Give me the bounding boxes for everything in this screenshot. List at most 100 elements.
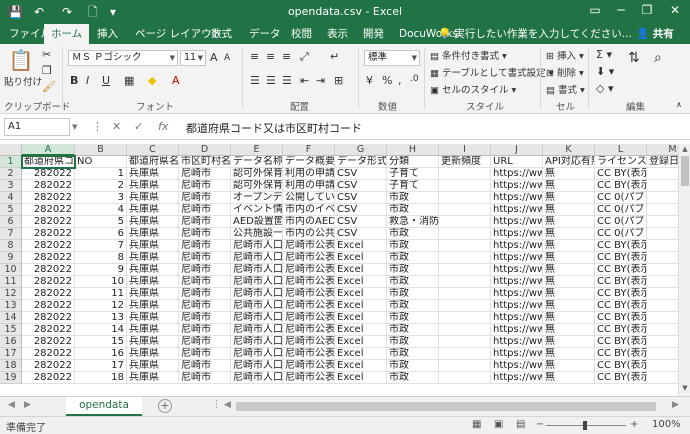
autosum-icon[interactable]: Σ ▾: [596, 48, 612, 61]
row-header[interactable]: 4: [0, 192, 22, 204]
share-button[interactable]: 👤 共有: [636, 24, 674, 44]
cell-d6[interactable]: 尼崎市: [179, 216, 231, 228]
cell-e9[interactable]: 尼崎市人口: [231, 252, 283, 264]
cell-e15[interactable]: 尼崎市人口: [231, 324, 283, 336]
cell-k9[interactable]: 無: [543, 252, 595, 264]
cell-b6[interactable]: 5: [75, 216, 127, 228]
vertical-scroll-thumb[interactable]: [681, 156, 689, 186]
italic-button[interactable]: I: [86, 74, 89, 87]
tab-home[interactable]: ホーム: [44, 24, 90, 44]
row-header[interactable]: 6: [0, 216, 22, 228]
cell-l11[interactable]: CC BY(表示): [595, 276, 647, 288]
cell-k17[interactable]: 無: [543, 348, 595, 360]
cell-f2[interactable]: 利用の申請: [283, 168, 335, 180]
cell-m17[interactable]: [647, 348, 678, 360]
insert-cells-button[interactable]: ⊞ 挿入 ▾: [546, 48, 584, 62]
cell-j2[interactable]: https://www: [491, 168, 543, 180]
cell-c7[interactable]: 兵庫県: [127, 228, 179, 240]
cell-styles-button[interactable]: ▣ セルのスタイル ▾: [430, 82, 516, 96]
cell-d2[interactable]: 尼崎市: [179, 168, 231, 180]
cell-k18[interactable]: 無: [543, 360, 595, 372]
orientation-icon[interactable]: ⤢: [300, 50, 309, 64]
row-header[interactable]: 17: [0, 348, 22, 360]
cell-e13[interactable]: 尼崎市人口: [231, 300, 283, 312]
cell-h16[interactable]: 市政: [387, 336, 439, 348]
cell-a19[interactable]: 282022: [22, 372, 75, 384]
cell-m18[interactable]: [647, 360, 678, 372]
cell-m15[interactable]: [647, 324, 678, 336]
merge-center-icon[interactable]: ⊞: [334, 74, 343, 87]
cell-c5[interactable]: 兵庫県: [127, 204, 179, 216]
cell-l14[interactable]: CC BY(表示): [595, 312, 647, 324]
cell-f11[interactable]: 尼崎市公表: [283, 276, 335, 288]
cell-l17[interactable]: CC BY(表示): [595, 348, 647, 360]
cell-c19[interactable]: 兵庫県: [127, 372, 179, 384]
cell-f6[interactable]: 市内のAED: [283, 216, 335, 228]
cell-l1[interactable]: ライセンス: [595, 156, 647, 168]
decimal-icon[interactable]: .0: [410, 74, 419, 84]
cell-e1[interactable]: データ名称: [231, 156, 283, 168]
cell-d4[interactable]: 尼崎市: [179, 192, 231, 204]
column-header-j[interactable]: J: [491, 144, 543, 156]
cell-k15[interactable]: 無: [543, 324, 595, 336]
cell-h1[interactable]: 分類: [387, 156, 439, 168]
fill-color-icon[interactable]: ◆: [148, 74, 156, 87]
delete-cells-button[interactable]: ⊟ 削除 ▾: [546, 65, 584, 79]
tab-formulas[interactable]: 数式: [204, 24, 239, 44]
cell-f5[interactable]: 市内のイベント: [283, 204, 335, 216]
cell-j14[interactable]: https://www: [491, 312, 543, 324]
cell-e18[interactable]: 尼崎市人口: [231, 360, 283, 372]
cell-d15[interactable]: 尼崎市: [179, 324, 231, 336]
cell-f9[interactable]: 尼崎市公表: [283, 252, 335, 264]
cell-k11[interactable]: 無: [543, 276, 595, 288]
cell-l8[interactable]: CC BY(表示): [595, 240, 647, 252]
cell-l12[interactable]: CC BY(表示): [595, 288, 647, 300]
cell-k6[interactable]: 無: [543, 216, 595, 228]
cell-e2[interactable]: 認可外保育施設: [231, 168, 283, 180]
cell-a11[interactable]: 282022: [22, 276, 75, 288]
paste-button[interactable]: 貼り付け: [4, 74, 42, 88]
cell-d1[interactable]: 市区町村名: [179, 156, 231, 168]
cell-g8[interactable]: Excel: [335, 240, 387, 252]
scroll-right-icon[interactable]: ▶: [672, 400, 679, 410]
row-header[interactable]: 13: [0, 300, 22, 312]
cell-j13[interactable]: https://www: [491, 300, 543, 312]
cell-f14[interactable]: 尼崎市公表: [283, 312, 335, 324]
cell-d16[interactable]: 尼崎市: [179, 336, 231, 348]
cell-i15[interactable]: [439, 324, 491, 336]
align-left-icon[interactable]: ☰: [250, 74, 260, 87]
cell-k13[interactable]: 無: [543, 300, 595, 312]
formula-input[interactable]: 都道府県コード又は市区町村コード: [186, 120, 362, 136]
page-layout-view-icon[interactable]: ▣: [494, 419, 503, 430]
cell-c11[interactable]: 兵庫県: [127, 276, 179, 288]
cell-l9[interactable]: CC BY(表示): [595, 252, 647, 264]
cell-b10[interactable]: 9: [75, 264, 127, 276]
cell-e19[interactable]: 尼崎市人口: [231, 372, 283, 384]
cell-e17[interactable]: 尼崎市人口: [231, 348, 283, 360]
align-right-icon[interactable]: ☰: [282, 74, 292, 87]
cell-j7[interactable]: https://www: [491, 228, 543, 240]
cell-a9[interactable]: 282022: [22, 252, 75, 264]
cell-b7[interactable]: 6: [75, 228, 127, 240]
underline-button[interactable]: U: [102, 74, 110, 87]
cell-h7[interactable]: 市政: [387, 228, 439, 240]
cell-i11[interactable]: [439, 276, 491, 288]
bold-button[interactable]: B: [70, 74, 78, 87]
cell-e16[interactable]: 尼崎市人口: [231, 336, 283, 348]
column-header-l[interactable]: L: [595, 144, 647, 156]
cell-b3[interactable]: 2: [75, 180, 127, 192]
cell-a13[interactable]: 282022: [22, 300, 75, 312]
cell-g12[interactable]: Excel: [335, 288, 387, 300]
column-header-f[interactable]: F: [283, 144, 335, 156]
zoom-level[interactable]: 100%: [652, 419, 681, 430]
row-header[interactable]: 2: [0, 168, 22, 180]
align-bottom-icon[interactable]: ≡: [282, 50, 291, 63]
column-header-g[interactable]: G: [335, 144, 387, 156]
cell-i5[interactable]: [439, 204, 491, 216]
cell-c10[interactable]: 兵庫県: [127, 264, 179, 276]
font-size-dropdown[interactable]: 11 ▼: [180, 50, 206, 66]
cell-e14[interactable]: 尼崎市人口: [231, 312, 283, 324]
cell-h19[interactable]: 市政: [387, 372, 439, 384]
cell-c4[interactable]: 兵庫県: [127, 192, 179, 204]
row-header[interactable]: 8: [0, 240, 22, 252]
